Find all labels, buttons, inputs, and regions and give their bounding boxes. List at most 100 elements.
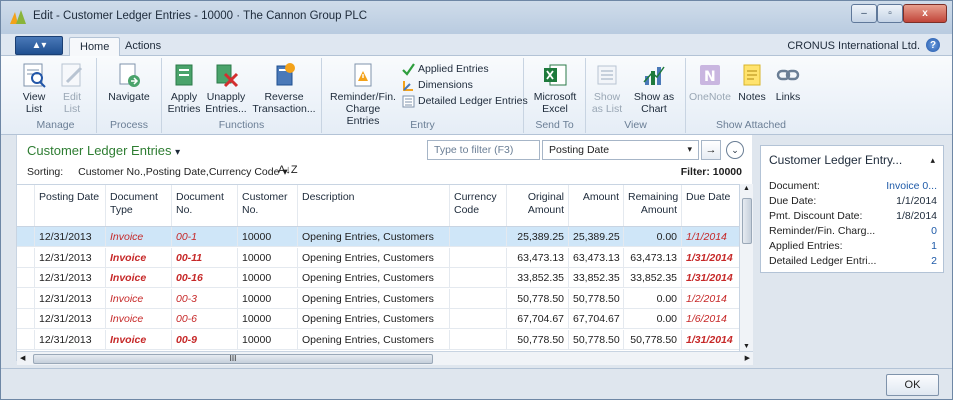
scroll-up-icon[interactable]: ▲ bbox=[743, 185, 750, 192]
restore-button[interactable]: ▫ bbox=[877, 4, 903, 23]
cell-document-type[interactable]: Invoice bbox=[106, 309, 172, 328]
show-as-list-button[interactable]: Show as List bbox=[590, 62, 624, 115]
minimize-button[interactable]: – bbox=[851, 4, 877, 23]
cell-currency-code[interactable] bbox=[450, 247, 507, 267]
column-header-document-no[interactable]: Document No. bbox=[172, 185, 238, 226]
cell-posting-date[interactable]: 12/31/2013 bbox=[35, 247, 106, 267]
cell-remaining-amount[interactable]: 50,778.50 bbox=[624, 329, 682, 349]
cell-customer-no[interactable]: 10000 bbox=[238, 309, 298, 328]
list-title[interactable]: Customer Ledger Entries ▾ bbox=[27, 143, 180, 158]
cell-document-no[interactable]: 00-6 bbox=[172, 309, 238, 328]
show-as-chart-button[interactable]: Show as Chart bbox=[630, 62, 678, 115]
tab-home[interactable]: Home bbox=[69, 37, 121, 57]
column-header-amount[interactable]: Amount bbox=[569, 185, 624, 226]
detailed-ledger-entries-link[interactable]: Detailed Ledger Entries bbox=[402, 93, 528, 109]
cell-currency-code[interactable] bbox=[450, 288, 507, 308]
column-header-document-type[interactable]: Document Type bbox=[106, 185, 172, 226]
cell-document-no[interactable]: 00-3 bbox=[172, 288, 238, 308]
factbox-collapse-icon[interactable]: ▴ bbox=[930, 155, 935, 166]
scroll-left-icon[interactable]: ◀ bbox=[20, 354, 25, 362]
notes-button[interactable]: Notes bbox=[736, 62, 768, 103]
cell-amount[interactable]: 63,473.13 bbox=[569, 247, 624, 267]
column-header-description[interactable]: Description bbox=[298, 185, 450, 226]
cell-document-no[interactable]: 00-11 bbox=[172, 247, 238, 267]
cell-posting-date[interactable]: 12/31/2013 bbox=[35, 288, 106, 308]
cell-currency-code[interactable] bbox=[450, 268, 507, 287]
cell-remaining-amount[interactable]: 0.00 bbox=[624, 288, 682, 308]
factbox-field-value[interactable]: 1 bbox=[931, 240, 937, 252]
column-header-remaining-amount[interactable]: Remaining Amount bbox=[624, 185, 682, 226]
row-selector[interactable] bbox=[17, 227, 35, 246]
scroll-right-icon[interactable]: ▶ bbox=[745, 354, 750, 362]
table-row[interactable]: 12/31/2013 Invoice 00-3 10000 Opening Entrie… bbox=[17, 288, 739, 309]
cell-due-date[interactable]: 1/31/2014 bbox=[682, 268, 739, 287]
cell-posting-date[interactable]: 12/31/2013 bbox=[35, 309, 106, 328]
column-header-original-amount[interactable]: Original Amount bbox=[507, 185, 569, 226]
apply-filter-arrow-button[interactable]: → bbox=[701, 140, 721, 160]
apply-entries-button[interactable]: Apply Entries bbox=[166, 62, 202, 115]
cell-posting-date[interactable]: 12/31/2013 bbox=[35, 268, 106, 287]
cell-posting-date[interactable]: 12/31/2013 bbox=[35, 227, 106, 246]
table-row[interactable]: 12/31/2013 Invoice 00-11 10000 Opening Entri… bbox=[17, 247, 739, 268]
table-row[interactable]: 12/31/2013 Invoice 00-9 10000 Opening Entrie… bbox=[17, 329, 739, 350]
cell-currency-code[interactable] bbox=[450, 227, 507, 246]
onenote-button[interactable]: N OneNote bbox=[688, 62, 732, 103]
table-row[interactable]: 12/31/2013 Invoice 00-6 10000 Opening Entrie… bbox=[17, 309, 739, 329]
cell-customer-no[interactable]: 10000 bbox=[238, 268, 298, 287]
cell-document-type[interactable]: Invoice bbox=[106, 268, 172, 287]
cell-original-amount[interactable]: 50,778.50 bbox=[507, 288, 569, 308]
factbox-field-value[interactable]: Invoice 0... bbox=[886, 180, 937, 192]
horizontal-scroll-thumb[interactable]: III bbox=[33, 354, 433, 364]
row-selector[interactable] bbox=[17, 288, 35, 308]
cell-document-type[interactable]: Invoice bbox=[106, 247, 172, 267]
cell-remaining-amount[interactable]: 33,852.35 bbox=[624, 268, 682, 287]
cell-original-amount[interactable]: 25,389.25 bbox=[507, 227, 569, 246]
ok-button[interactable]: OK bbox=[886, 374, 939, 396]
column-header-due-date[interactable]: Due Date bbox=[682, 185, 739, 226]
cell-document-type[interactable]: Invoice bbox=[106, 329, 172, 349]
factbox-field-value[interactable]: 0 bbox=[931, 225, 937, 237]
cell-description[interactable]: Opening Entries, Customers bbox=[298, 329, 450, 349]
tab-actions[interactable]: Actions bbox=[115, 37, 171, 57]
horizontal-scrollbar[interactable]: ◀ III ▶ bbox=[17, 351, 753, 365]
column-header-posting-date[interactable]: Posting Date bbox=[35, 185, 106, 226]
cell-amount[interactable]: 50,778.50 bbox=[569, 329, 624, 349]
row-selector[interactable] bbox=[17, 329, 35, 349]
cell-document-no[interactable]: 00-16 bbox=[172, 268, 238, 287]
cell-remaining-amount[interactable]: 0.00 bbox=[624, 227, 682, 246]
cell-due-date[interactable]: 1/2/2014 bbox=[682, 289, 739, 308]
cell-document-no[interactable]: 00-1 bbox=[172, 227, 238, 246]
microsoft-excel-button[interactable]: Microsoft Excel bbox=[530, 62, 580, 115]
factbox-field-value[interactable]: 2 bbox=[931, 255, 937, 267]
row-selector[interactable] bbox=[17, 309, 35, 328]
navigate-button[interactable]: Navigate bbox=[103, 62, 155, 103]
cell-customer-no[interactable]: 10000 bbox=[238, 227, 298, 246]
cell-due-date[interactable]: 1/1/2014 bbox=[682, 227, 739, 246]
cell-document-type[interactable]: Invoice bbox=[106, 288, 172, 308]
cell-customer-no[interactable]: 10000 bbox=[238, 247, 298, 267]
column-header-customer-no[interactable]: Customer No. bbox=[238, 185, 298, 226]
cell-currency-code[interactable] bbox=[450, 309, 507, 328]
reverse-transaction-button[interactable]: Reverse Transaction... bbox=[252, 62, 316, 115]
table-row[interactable]: 12/31/2013 Invoice 00-16 10000 Opening Entri… bbox=[17, 268, 739, 288]
cell-currency-code[interactable] bbox=[450, 329, 507, 349]
vertical-scroll-thumb[interactable] bbox=[742, 198, 752, 244]
cell-customer-no[interactable]: 10000 bbox=[238, 329, 298, 349]
cell-due-date[interactable]: 1/6/2014 bbox=[682, 309, 739, 328]
cell-document-type[interactable]: Invoice bbox=[106, 227, 172, 246]
cell-description[interactable]: Opening Entries, Customers bbox=[298, 288, 450, 308]
cell-original-amount[interactable]: 50,778.50 bbox=[507, 329, 569, 349]
cell-description[interactable]: Opening Entries, Customers bbox=[298, 227, 450, 246]
cell-due-date[interactable]: 1/31/2014 bbox=[682, 248, 739, 267]
expand-filter-button[interactable]: ⌄ bbox=[726, 141, 744, 159]
cell-amount[interactable]: 33,852.35 bbox=[569, 268, 624, 287]
cell-posting-date[interactable]: 12/31/2013 bbox=[35, 329, 106, 349]
edit-list-button[interactable]: Edit List bbox=[55, 62, 89, 115]
vertical-scrollbar[interactable]: ▲ ▼ bbox=[739, 184, 753, 351]
row-selector[interactable] bbox=[17, 247, 35, 267]
application-menu-button[interactable]: ▲▾ bbox=[15, 36, 63, 55]
close-button[interactable]: x bbox=[903, 4, 947, 23]
dimensions-link[interactable]: Dimensions bbox=[402, 77, 528, 93]
table-row[interactable]: 12/31/2013 Invoice 00-1 10000 Opening Entrie… bbox=[17, 227, 739, 247]
cell-customer-no[interactable]: 10000 bbox=[238, 288, 298, 308]
